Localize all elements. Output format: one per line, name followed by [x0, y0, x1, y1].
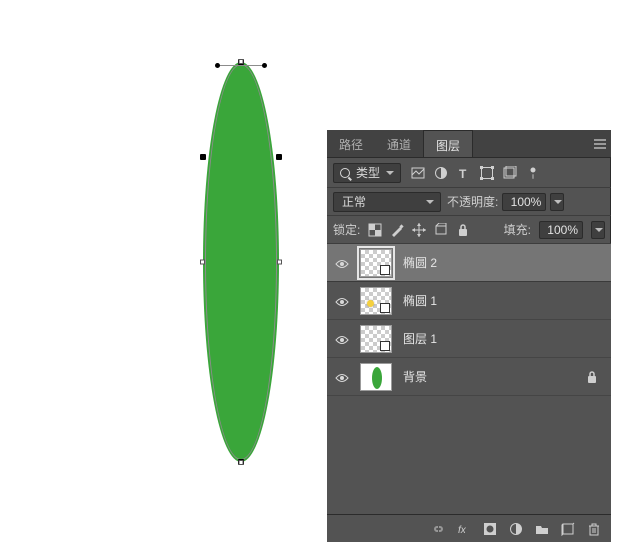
tab-layers[interactable]: 图层 [423, 130, 473, 157]
filter-smartobject-icon[interactable] [503, 166, 517, 180]
anchor-point[interactable] [238, 459, 244, 465]
menu-icon [594, 143, 606, 145]
blend-mode-select[interactable]: 正常 [333, 192, 441, 212]
layer-thumbnail[interactable] [360, 363, 392, 391]
bezier-handle-dot[interactable] [262, 63, 267, 68]
anchor-point[interactable] [200, 154, 206, 160]
new-layer-button[interactable] [561, 522, 575, 536]
panel-menu-button[interactable] [589, 130, 611, 157]
opacity-value[interactable]: 100% [502, 193, 546, 211]
bezier-handle-line [217, 65, 265, 66]
layer-thumbnail[interactable] [360, 287, 392, 315]
link-layers-button[interactable] [431, 522, 445, 536]
fill-stepper[interactable] [591, 221, 605, 239]
layer-filter-row: 类型 T [327, 158, 611, 188]
lock-all-icon[interactable] [456, 223, 470, 237]
selected-shape[interactable] [203, 62, 279, 462]
tab-paths[interactable]: 路径 [327, 130, 375, 157]
layer-name[interactable]: 椭圆 2 [395, 254, 603, 271]
lock-artboard-icon[interactable] [434, 223, 448, 237]
anchor-point[interactable] [238, 59, 244, 65]
delete-layer-button[interactable] [587, 522, 601, 536]
visibility-toggle[interactable] [335, 334, 349, 344]
layer-row[interactable]: 椭圆 2 [327, 244, 611, 282]
bezier-handle-dot[interactable] [215, 63, 220, 68]
ellipse-fill [203, 62, 279, 462]
layer-thumbnail[interactable] [360, 325, 392, 353]
filter-toggle-dot[interactable] [526, 166, 540, 180]
svg-text:fx: fx [458, 525, 467, 536]
lock-fill-row: 锁定: 填充: 100% [327, 216, 611, 244]
layer-row[interactable]: 椭圆 1 [327, 282, 611, 320]
filter-kind-label: 类型 [356, 164, 380, 181]
filter-shape-icon[interactable] [480, 166, 494, 180]
filter-pixel-icon[interactable] [411, 166, 425, 180]
add-mask-button[interactable] [483, 522, 497, 536]
layer-name[interactable]: 图层 1 [395, 330, 603, 347]
filter-kind-select[interactable]: 类型 [333, 163, 401, 183]
layer-row[interactable]: 背景 [327, 358, 611, 396]
visibility-toggle[interactable] [335, 372, 349, 382]
filter-adjustment-icon[interactable] [434, 166, 448, 180]
blend-mode-value: 正常 [342, 193, 366, 210]
lock-icon [585, 370, 599, 384]
lock-pixels-icon[interactable] [390, 223, 404, 237]
visibility-toggle[interactable] [335, 296, 349, 306]
chevron-down-icon [386, 171, 394, 175]
panel-tabbar: 路径 通道 图层 [327, 130, 611, 158]
panel-footer: fx [327, 514, 611, 542]
layer-name[interactable]: 椭圆 1 [395, 292, 603, 309]
fill-label: 填充: [504, 221, 531, 238]
new-group-button[interactable] [535, 522, 549, 536]
anchor-point[interactable] [276, 154, 282, 160]
layer-row[interactable]: 图层 1 [327, 320, 611, 358]
chevron-down-icon [554, 200, 562, 204]
opacity-label: 不透明度: [447, 193, 498, 210]
lock-transparent-icon[interactable] [368, 223, 382, 237]
layer-list: 椭圆 2 椭圆 1 图层 1 [327, 244, 611, 514]
layer-style-button[interactable]: fx [457, 522, 471, 536]
tab-channels[interactable]: 通道 [375, 130, 423, 157]
blend-opacity-row: 正常 不透明度: 100% [327, 188, 611, 216]
visibility-toggle[interactable] [335, 258, 349, 268]
chevron-down-icon [426, 200, 434, 204]
layers-panel: 路径 通道 图层 类型 T [327, 130, 611, 542]
new-adjustment-button[interactable] [509, 522, 523, 536]
layer-thumbnail[interactable] [360, 249, 392, 277]
chevron-down-icon [595, 228, 603, 232]
filter-type-icon[interactable]: T [457, 166, 471, 180]
opacity-stepper[interactable] [550, 193, 564, 211]
search-icon [340, 168, 350, 178]
lock-position-icon[interactable] [412, 223, 426, 237]
svg-text:T: T [459, 167, 467, 180]
layer-name[interactable]: 背景 [395, 368, 581, 385]
lock-label: 锁定: [333, 221, 360, 238]
fill-value[interactable]: 100% [539, 221, 583, 239]
